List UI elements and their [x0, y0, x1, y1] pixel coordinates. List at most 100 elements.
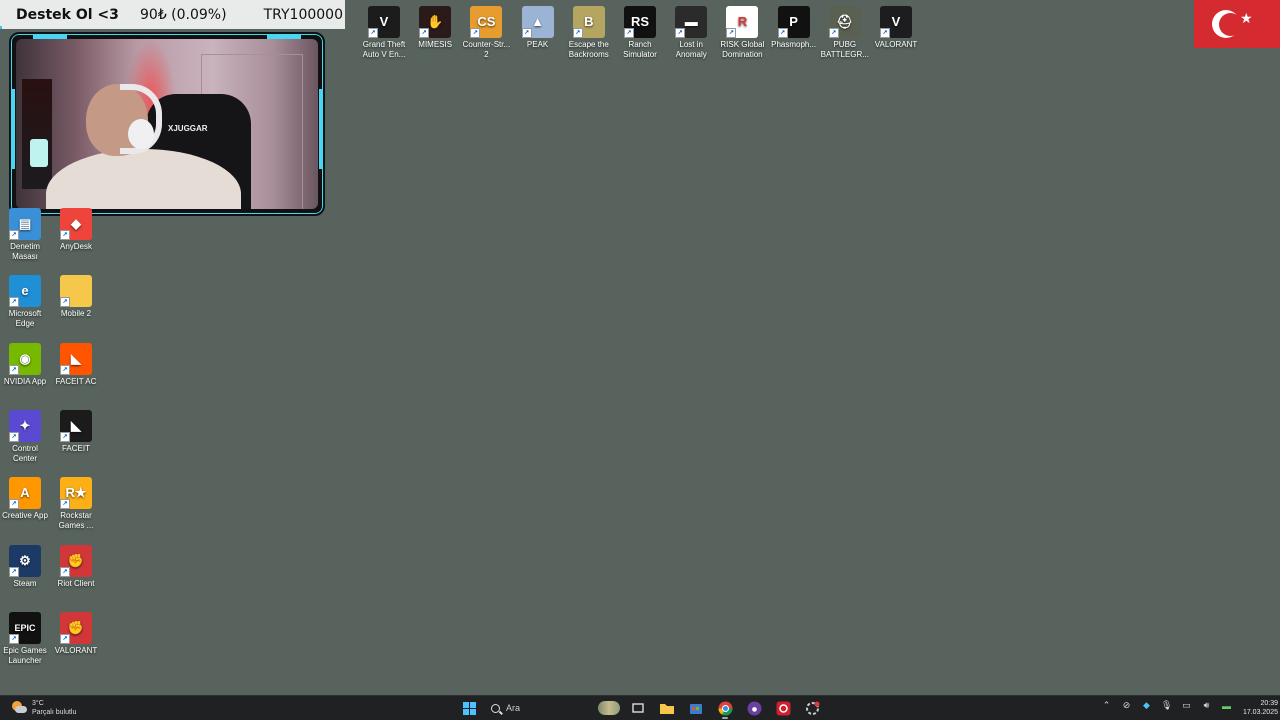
desktop-icon-label: Rockstar Games ... [58, 511, 94, 531]
shortcut-arrow-icon: ↗ [419, 28, 430, 38]
desktop-icon-label: Phasmoph... [771, 40, 817, 49]
svg-text:●: ● [751, 706, 756, 713]
desktop-icon[interactable]: ✋ ↗ MIMESIS [409, 6, 461, 50]
weather-temp: 3°C [32, 700, 44, 707]
webcam-overlay: XJUGGAR [9, 32, 325, 216]
weather-widget[interactable]: 3°C Parçalı bulutlu [10, 699, 76, 717]
microphone-icon[interactable]: 🎙︎ [1161, 700, 1172, 711]
display-icon[interactable]: ▭ [1181, 700, 1192, 711]
desktop-icon-label: PEAK [526, 40, 549, 49]
desktop-icon-label: NVIDIA App [3, 376, 47, 386]
desktop-icon[interactable]: e ↗ Microsoft Edge [0, 275, 51, 329]
donation-goal: TRY100000 [263, 6, 343, 23]
shortcut-arrow-icon: ↗ [726, 28, 737, 38]
file-explorer-button[interactable] [656, 698, 678, 718]
network-app-icon[interactable]: ◆ [1141, 700, 1152, 711]
steam-icon: ⚙ ↗ [9, 544, 41, 577]
store-icon [690, 704, 702, 714]
desktop-icon-label: AnyDesk [59, 242, 92, 251]
counter-strike-icon: CS ↗ [470, 6, 503, 38]
shortcut-arrow-icon: ↗ [60, 230, 70, 240]
shortcut-arrow-icon: ↗ [521, 28, 532, 38]
valorant-icon: V ↗ [880, 6, 912, 38]
donation-amount: 90₺ (0.09%) [140, 6, 227, 23]
shortcut-arrow-icon: ↗ [624, 28, 634, 38]
desktop-icon[interactable]: V ↗ Grand Theft Auto V En... [358, 6, 410, 60]
desktop-icon[interactable]: P ↗ Phasmoph... [768, 6, 820, 50]
chrome-icon [718, 701, 732, 715]
desktop-icon[interactable]: R ↗ RISK Global Domination [716, 6, 768, 60]
desktop-icon[interactable]: ▲ ↗ PEAK [512, 6, 564, 50]
shortcut-arrow-icon: ↗ [60, 431, 70, 442]
desktop-icon[interactable]: ◉ ↗ NVIDIA App [0, 342, 51, 387]
desktop-icon[interactable]: ▬ ↗ Lost in Anomaly [665, 6, 717, 60]
gear-app-button[interactable] [801, 698, 823, 718]
shortcut-arrow-icon: ↗ [9, 230, 19, 240]
shortcut-arrow-icon: ↗ [880, 28, 890, 38]
shortcut-arrow-icon: ↗ [675, 28, 686, 38]
shortcut-arrow-icon: ↗ [60, 297, 70, 308]
record-app-icon [776, 701, 790, 715]
control-center-icon: ✦ ↗ [9, 409, 41, 442]
streaming-app-button[interactable]: ● [743, 698, 765, 718]
lost-in-anomaly-icon: ▬ ↗ [675, 6, 708, 38]
desktop-icon[interactable]: ✦ ↗ Control Center [0, 409, 51, 464]
desktop-icon[interactable]: ✊ ↗ Riot Client [50, 544, 102, 589]
desktop-icon[interactable]: B ↗ Escape the Backrooms [563, 6, 615, 60]
desktop-icon-label: Control Center [12, 443, 38, 463]
desktop-icon-label: RISK Global Domination [720, 40, 765, 59]
shortcut-arrow-icon: ↗ [9, 633, 19, 644]
desktop-icon[interactable]: ◣ ↗ FACEIT AC [50, 342, 102, 387]
desktop-icon[interactable]: ✊ ↗ VALORANT [50, 611, 102, 656]
desktop-icon-label: VALORANT [874, 40, 918, 49]
store-button[interactable] [685, 698, 707, 718]
desktop-icon[interactable]: ⚙ ↗ Steam [0, 544, 51, 589]
desktop-icon[interactable]: ◆ ↗ AnyDesk [50, 208, 102, 252]
task-view-icon [632, 703, 644, 713]
gta-v-icon: V ↗ [368, 6, 400, 38]
shortcut-arrow-icon: ↗ [60, 633, 70, 644]
desktop-icon[interactable]: ◣ ↗ FACEIT [50, 409, 102, 454]
desktop-icon-label: Riot Client [57, 578, 95, 588]
riot-client-icon: ✊ ↗ [60, 544, 92, 577]
desktop-icon[interactable]: A ↗ Creative App [0, 477, 51, 521]
shortcut-arrow-icon: ↗ [60, 499, 70, 510]
start-button[interactable] [458, 698, 480, 718]
escape-backrooms-icon: B ↗ [572, 6, 605, 38]
desktop-icon-label: PUBG BATTLEGR... [820, 40, 869, 59]
desktop-icon-label: Lost in Anomaly [675, 40, 707, 59]
desktop-icon-label: Escape the Backrooms [568, 40, 609, 59]
desktop-icon[interactable]: EPIC ↗ Epic Games Launcher [0, 611, 51, 666]
obs-button[interactable] [772, 698, 794, 718]
muted-icon[interactable]: ⊘ [1121, 700, 1132, 711]
clock[interactable]: 20:39 17.03.2025 [1243, 699, 1278, 717]
nvidia-icon: ◉ ↗ [9, 342, 41, 375]
desktop-icon[interactable]: ⛑ ↗ PUBG BATTLEGR... [819, 6, 871, 60]
desktop-icon[interactable]: ▤ ↗ Denetim Masası [0, 208, 51, 262]
widgets-button[interactable] [598, 698, 620, 718]
donation-progress-fill [0, 26, 2, 29]
webcam-image: XJUGGAR [16, 39, 318, 209]
battery-icon[interactable]: ▬ [1221, 701, 1232, 711]
desktop-icon-label: Mobile 2 [60, 309, 92, 319]
faceit-ac-icon: ◣ ↗ [60, 342, 92, 375]
taskbar-search[interactable]: Ara [487, 698, 591, 718]
desktop-icon[interactable]: V ↗ VALORANT [870, 6, 922, 50]
donation-label: Destek Ol <3 [16, 6, 119, 23]
desktop-icon[interactable]: R★ ↗ Rockstar Games ... [50, 477, 102, 531]
desktop-icon[interactable]: ↗ Mobile 2 [50, 275, 102, 319]
folder-icon: ↗ [60, 275, 92, 308]
edge-icon: e ↗ [9, 275, 41, 308]
rockstar-icon: R★ ↗ [60, 477, 92, 510]
shortcut-arrow-icon: ↗ [470, 28, 481, 38]
desktop-icon[interactable]: RS ↗ Ranch Simulator [614, 6, 666, 60]
desktop-icon-label: Grand Theft Auto V En... [362, 40, 406, 59]
chrome-button[interactable] [714, 698, 736, 719]
shortcut-arrow-icon: ↗ [9, 364, 19, 375]
shortcut-arrow-icon: ↗ [60, 364, 70, 375]
desktop-icon[interactable]: CS ↗ Counter-Str... 2 [460, 6, 512, 60]
chevron-up-icon[interactable]: ⌃ [1101, 700, 1112, 711]
mimesis-icon: ✋ ↗ [419, 6, 452, 38]
task-view-button[interactable] [627, 698, 649, 718]
volume-icon[interactable]: 🔊︎ [1201, 700, 1212, 711]
